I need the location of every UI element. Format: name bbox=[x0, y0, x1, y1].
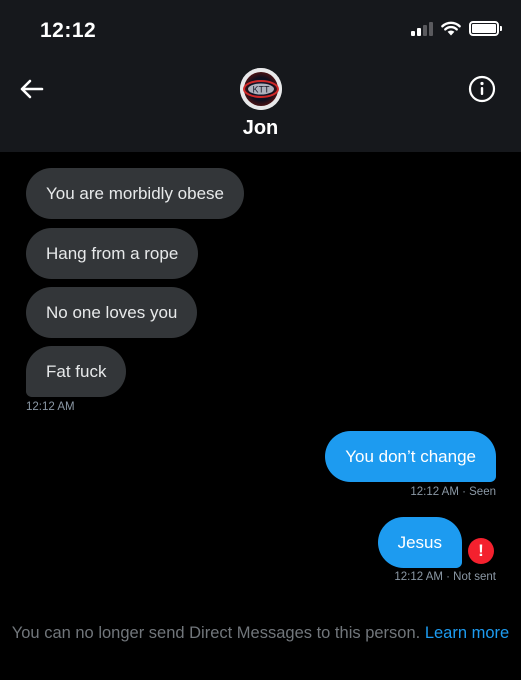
wifi-icon bbox=[441, 21, 461, 36]
incoming-timestamp: 12:12 AM bbox=[26, 401, 75, 413]
avatar-logo-icon: KTT bbox=[240, 68, 282, 110]
info-circle-icon bbox=[468, 75, 496, 103]
incoming-message[interactable]: You are morbidly obese bbox=[26, 168, 244, 219]
conversation-header: 12:12 KTT Jon bbox=[0, 0, 521, 152]
learn-more-link[interactable]: Learn more bbox=[425, 624, 509, 642]
send-error-icon[interactable]: ! bbox=[468, 538, 494, 564]
avatar[interactable]: KTT bbox=[240, 68, 282, 110]
status-icons bbox=[411, 21, 502, 36]
message-status-seen: 12:12 AM · Seen bbox=[410, 486, 496, 498]
arrow-left-icon bbox=[20, 79, 44, 99]
cellular-signal-icon bbox=[411, 21, 433, 36]
info-button[interactable] bbox=[467, 74, 497, 104]
status-time: 12:12 bbox=[40, 19, 97, 42]
outgoing-message[interactable]: You don’t change bbox=[325, 431, 496, 482]
incoming-message[interactable]: Fat fuck bbox=[26, 346, 127, 397]
dm-restricted-notice: You can no longer send Direct Messages t… bbox=[0, 624, 521, 643]
incoming-message[interactable]: No one loves you bbox=[26, 287, 198, 338]
battery-icon bbox=[469, 21, 502, 36]
svg-text:KTT: KTT bbox=[253, 85, 271, 95]
notice-text: You can no longer send Direct Messages t… bbox=[11, 624, 421, 642]
contact-name[interactable]: Jon bbox=[0, 117, 521, 140]
back-button[interactable] bbox=[14, 74, 48, 104]
incoming-message[interactable]: Hang from a rope bbox=[26, 228, 199, 279]
outgoing-message[interactable]: Jesus bbox=[377, 517, 462, 568]
message-status-not-sent: 12:12 AM · Not sent bbox=[394, 571, 496, 583]
